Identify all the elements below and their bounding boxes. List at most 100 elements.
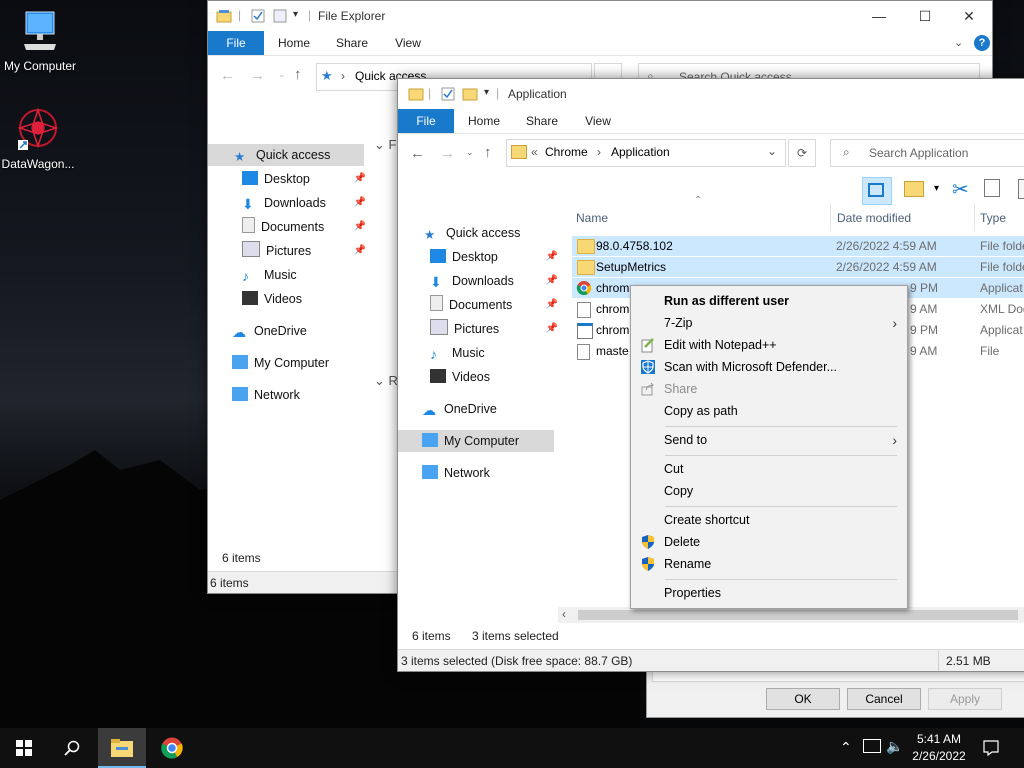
- menu-item-7zip[interactable]: 7-Zip ›: [631, 312, 907, 334]
- clock-time[interactable]: 5:41 AM: [912, 732, 966, 746]
- ok-button[interactable]: OK: [766, 688, 840, 710]
- nav-item-documents[interactable]: Documents 📌: [242, 216, 366, 238]
- tab-home[interactable]: Home: [460, 109, 508, 133]
- menu-item-share[interactable]: Share: [631, 378, 907, 400]
- tab-share[interactable]: Share: [328, 31, 376, 55]
- nav-item-network[interactable]: Network: [422, 462, 554, 484]
- properties-icon[interactable]: [250, 8, 266, 24]
- forward-arrow-icon[interactable]: →: [440, 145, 455, 162]
- menu-item-edit-notepad[interactable]: Edit with Notepad++: [631, 334, 907, 356]
- properties-icon[interactable]: [440, 86, 456, 102]
- up-arrow-icon[interactable]: ↑: [484, 144, 492, 161]
- minimize-button[interactable]: —: [856, 1, 902, 31]
- help-icon[interactable]: ?: [974, 35, 990, 51]
- search-button[interactable]: [48, 728, 96, 768]
- forward-arrow-icon[interactable]: →: [250, 67, 265, 84]
- nav-item-my-computer[interactable]: My Computer: [398, 430, 554, 452]
- nav-item-documents[interactable]: Documents 📌: [430, 294, 558, 316]
- tab-file[interactable]: File: [208, 31, 264, 55]
- recent-locations-icon[interactable]: ⌄: [278, 69, 286, 80]
- menu-item-run-as-different-user[interactable]: Run as different user: [631, 290, 907, 312]
- back-arrow-icon[interactable]: ←: [220, 67, 235, 84]
- refresh-button[interactable]: ⟳: [788, 139, 816, 167]
- back-arrow-icon[interactable]: ←: [410, 145, 425, 162]
- menu-item-rename[interactable]: Rename: [631, 553, 907, 575]
- nav-item-onedrive[interactable]: ☁ OneDrive: [422, 398, 554, 420]
- tab-home[interactable]: Home: [270, 31, 318, 55]
- column-divider[interactable]: [974, 203, 975, 231]
- customize-toolbar-icon[interactable]: ▾: [484, 87, 489, 98]
- address-bar[interactable]: « Chrome › Application ⌄: [506, 139, 786, 167]
- menu-item-copy-as-path[interactable]: Copy as path: [631, 400, 907, 422]
- nav-item-downloads[interactable]: ⬇ Downloads 📌: [242, 192, 366, 214]
- preview-pane-icon[interactable]: [862, 177, 892, 205]
- menu-item-send-to[interactable]: Send to ›: [631, 429, 907, 451]
- tab-file[interactable]: File: [398, 109, 454, 133]
- desktop-icon-my-computer[interactable]: My Computer: [0, 10, 80, 73]
- chevron-down-icon[interactable]: ▾: [934, 183, 939, 194]
- scroll-left-icon[interactable]: ‹: [562, 607, 566, 621]
- nav-item-music[interactable]: ♪ Music: [430, 342, 554, 364]
- file-row[interactable]: 98.0.4758.102 2/26/2022 4:59 AM File fol…: [572, 236, 1024, 256]
- menu-item-scan-defender[interactable]: Scan with Microsoft Defender...: [631, 356, 907, 378]
- menu-item-cut[interactable]: Cut: [631, 458, 907, 480]
- apply-button[interactable]: Apply: [928, 688, 1002, 710]
- tab-view[interactable]: View: [574, 109, 622, 133]
- chevron-down-icon[interactable]: ⌄: [767, 144, 777, 158]
- search-box[interactable]: ⌕ Search Application: [830, 139, 1024, 167]
- breadcrumb-chrome[interactable]: Chrome: [545, 145, 588, 159]
- scrollbar-thumb[interactable]: [578, 610, 1018, 620]
- taskbar-chrome[interactable]: [148, 728, 196, 768]
- nav-item-desktop[interactable]: Desktop 📌: [430, 246, 558, 268]
- new-folder-icon[interactable]: [462, 86, 478, 102]
- file-row[interactable]: SetupMetrics 2/26/2022 4:59 AM File fold…: [572, 257, 1024, 277]
- nav-item-quick-access[interactable]: ★ Quick access: [424, 222, 554, 244]
- breadcrumb-overflow[interactable]: «: [531, 145, 538, 159]
- nav-item-pictures[interactable]: Pictures 📌: [430, 318, 558, 340]
- close-button[interactable]: ✕: [946, 1, 992, 31]
- cut-icon[interactable]: ✂: [952, 177, 969, 202]
- nav-item-downloads[interactable]: ⬇ Downloads 📌: [430, 270, 558, 292]
- desktop-icon-datawagon[interactable]: DataWagon...: [0, 107, 78, 171]
- recent-locations-icon[interactable]: ⌄: [466, 147, 474, 158]
- notifications-icon[interactable]: [983, 740, 999, 756]
- start-button[interactable]: [0, 728, 48, 768]
- group-header-recent[interactable]: ⌄ R: [374, 373, 398, 389]
- group-header-frequent[interactable]: ⌄ F: [374, 137, 396, 153]
- column-header-type[interactable]: Type: [980, 211, 1006, 225]
- nav-item-videos[interactable]: Videos: [430, 366, 554, 388]
- tab-share[interactable]: Share: [518, 109, 566, 133]
- menu-item-create-shortcut[interactable]: Create shortcut: [631, 509, 907, 531]
- column-divider[interactable]: [830, 203, 831, 231]
- volume-icon[interactable]: 🔈: [886, 738, 903, 755]
- taskbar-file-explorer[interactable]: [98, 728, 146, 768]
- maximize-button[interactable]: ☐: [902, 1, 948, 31]
- network-icon[interactable]: [863, 739, 881, 753]
- expand-ribbon-icon[interactable]: ⌄: [954, 36, 963, 49]
- clock-date[interactable]: 2/26/2022: [906, 749, 972, 763]
- menu-item-delete[interactable]: Delete: [631, 531, 907, 553]
- copy-icon[interactable]: [984, 179, 1000, 197]
- up-arrow-icon[interactable]: ↑: [294, 66, 302, 83]
- nav-item-onedrive[interactable]: ☁ OneDrive: [232, 320, 362, 342]
- column-header-name[interactable]: Name: [576, 211, 608, 225]
- cancel-button[interactable]: Cancel: [847, 688, 921, 710]
- menu-item-properties[interactable]: Properties: [631, 582, 907, 604]
- nav-item-quick-access[interactable]: ★ Quick access: [208, 144, 364, 166]
- show-hidden-icons-chevron-up-icon[interactable]: ⌃: [840, 739, 852, 756]
- nav-item-desktop[interactable]: Desktop 📌: [242, 168, 366, 190]
- nav-item-videos[interactable]: Videos: [242, 288, 362, 310]
- menu-item-copy[interactable]: Copy: [631, 480, 907, 502]
- new-folder-icon[interactable]: [272, 8, 288, 24]
- nav-item-pictures[interactable]: Pictures 📌: [242, 240, 366, 262]
- tab-view[interactable]: View: [384, 31, 432, 55]
- column-header-date[interactable]: Date modified: [837, 211, 911, 225]
- customize-toolbar-icon[interactable]: ▾: [293, 9, 298, 20]
- paste-icon[interactable]: [1018, 179, 1024, 199]
- horizontal-scrollbar[interactable]: ‹: [558, 607, 1024, 623]
- nav-item-network[interactable]: Network: [232, 384, 362, 406]
- nav-item-my-computer[interactable]: My Computer: [232, 352, 362, 374]
- breadcrumb-application[interactable]: Application: [611, 145, 670, 159]
- layout-icon[interactable]: [904, 181, 924, 197]
- nav-item-music[interactable]: ♪ Music: [242, 264, 362, 286]
